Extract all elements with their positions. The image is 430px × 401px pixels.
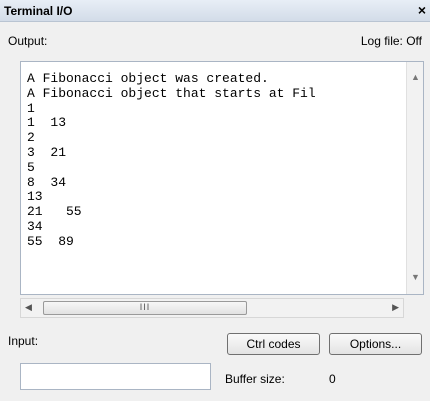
horizontal-scroll-thumb[interactable]: III xyxy=(43,301,247,315)
close-icon[interactable]: × xyxy=(418,2,426,18)
output-label: Output: xyxy=(8,34,48,48)
output-line: 5 xyxy=(27,159,35,175)
output-line: 3 21 xyxy=(27,144,67,160)
log-file-status[interactable]: Log file: Off xyxy=(361,34,422,48)
output-text: A Fibonacci object was created. A Fibona… xyxy=(27,71,316,250)
terminal-io-window: Terminal I/O × Output: Log file: Off A F… xyxy=(0,0,430,401)
scroll-left-icon[interactable]: ◀ xyxy=(25,302,32,313)
buffer-size-label: Buffer size: xyxy=(225,372,285,386)
output-line: 34 xyxy=(27,218,43,234)
title-bar[interactable]: Terminal I/O × xyxy=(0,0,430,22)
scroll-right-icon[interactable]: ▶ xyxy=(392,302,399,313)
horizontal-scrollbar[interactable]: ◀ III ▶ xyxy=(20,298,404,318)
scroll-up-icon[interactable]: ▲ xyxy=(411,72,420,82)
input-field[interactable] xyxy=(20,363,211,390)
ctrl-codes-button[interactable]: Ctrl codes xyxy=(227,333,320,355)
output-line: A Fibonacci object was created. xyxy=(27,71,269,86)
output-line: 1 xyxy=(27,100,35,116)
output-line: 8 34 xyxy=(27,174,67,190)
output-line: 1 13 xyxy=(27,115,67,131)
output-line: 21 55 xyxy=(27,204,82,220)
output-line: 13 xyxy=(27,189,43,205)
vertical-scrollbar[interactable]: ▲ ▼ xyxy=(406,62,423,294)
output-line: 55 89 xyxy=(27,233,74,249)
options-button[interactable]: Options... xyxy=(329,333,422,355)
window-title: Terminal I/O xyxy=(4,4,73,18)
output-line: 2 xyxy=(27,130,35,146)
output-text-area[interactable]: A Fibonacci object was created. A Fibona… xyxy=(20,61,424,295)
output-line: A Fibonacci object that starts at Fil xyxy=(27,85,316,101)
buffer-size-value: 0 xyxy=(329,372,336,386)
input-label: Input: xyxy=(8,334,39,348)
scroll-down-icon[interactable]: ▼ xyxy=(411,272,420,282)
